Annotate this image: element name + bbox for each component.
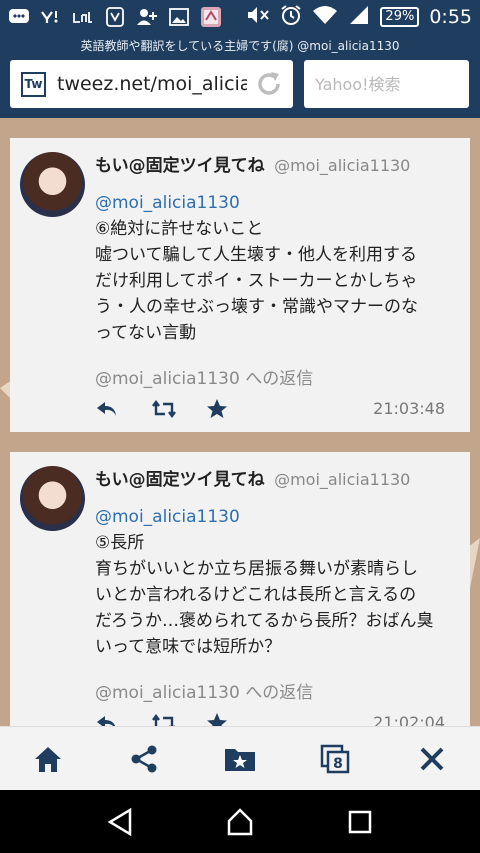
tweet-line: いとか言われるけどこれは長所と言えるの (95, 585, 417, 605)
status-bar: 29% 0:55 (0, 0, 480, 34)
author-name: もい@固定ツイ見てね (95, 156, 265, 176)
url-text[interactable]: tweez.net/moi_alicia1130 (57, 73, 247, 95)
search-box[interactable] (304, 60, 469, 108)
mention-link[interactable]: @moi_alicia1130 (95, 190, 455, 216)
clock: 0:55 (429, 6, 472, 28)
battery-indicator: 29% (380, 7, 420, 27)
browser-header: 英語教師や翻訳をしている主婦です(腐) @moi_alicia1130 Tw t… (0, 34, 480, 118)
share-icon[interactable] (124, 739, 164, 779)
reply-icon[interactable] (95, 397, 119, 421)
tweet-actions: 21:03:48 (95, 397, 455, 421)
tweet-line: ⑥絶対に許せないこと (95, 219, 264, 239)
author-handle: @moi_alicia1130 (274, 470, 411, 489)
browser-toolbar: 8 (0, 726, 480, 790)
search-input[interactable] (315, 74, 465, 94)
tweet-line: 育ちがいいとか立ち居振る舞いが素晴らし (95, 559, 418, 579)
tweet-line: う・人の幸せぶっ壊す・常識やマナーのな (95, 297, 418, 317)
yahoo-icon (40, 7, 62, 27)
favorite-icon[interactable] (205, 711, 229, 726)
home-icon[interactable] (220, 802, 260, 842)
notification-icons (8, 7, 222, 27)
bookmark-folder-icon[interactable] (220, 739, 260, 779)
mute-icon (246, 4, 270, 31)
tweet-text: @moi_alicia1130 ⑥絶対に許せないこと 嘘ついて騙して人生壊す・他… (95, 190, 455, 346)
retweet-icon[interactable] (151, 397, 176, 421)
page-title: 英語教師や翻訳をしている主婦です(腐) @moi_alicia1130 (80, 39, 400, 53)
reload-icon[interactable] (253, 68, 285, 100)
signal-icon (348, 4, 370, 31)
system-status: 29% 0:55 (246, 4, 472, 31)
author-name: もい@固定ツイ見てね (95, 470, 265, 490)
back-icon[interactable] (100, 802, 140, 842)
site-favicon: Tw (21, 71, 46, 97)
close-icon[interactable] (412, 739, 452, 779)
app-icon (104, 7, 126, 27)
app-icon (72, 7, 94, 27)
avatar[interactable] (20, 152, 85, 217)
tweet-author[interactable]: もい@固定ツイ見てね @moi_alicia1130 (95, 465, 410, 490)
favorite-icon[interactable] (205, 397, 229, 421)
tweet-line: ⑤長所 (95, 533, 145, 553)
tweet-line: だろうか…褒められてるから長所？おばん臭 (95, 611, 434, 631)
image-icon (168, 7, 190, 27)
recents-icon[interactable] (340, 802, 380, 842)
wifi-icon (312, 4, 338, 31)
mention-link[interactable]: @moi_alicia1130 (95, 504, 455, 530)
alarm-icon (280, 4, 302, 31)
tweet-line: だけ利用してポイ・ストーカーとかしちゃ (95, 271, 418, 291)
tweet-timestamp[interactable]: 21:03:48 (373, 399, 445, 418)
tabs-icon[interactable]: 8 (316, 739, 356, 779)
timeline[interactable]: もい@固定ツイ見てね @moi_alicia1130 @moi_alicia11… (0, 118, 480, 726)
add-user-icon (136, 7, 158, 27)
reply-icon[interactable] (95, 711, 119, 726)
system-nav-bar (0, 790, 480, 853)
tweet-line: 嘘ついて騙して人生壊す・他人を利用する (95, 245, 417, 265)
home-icon[interactable] (28, 739, 68, 779)
avatar[interactable] (20, 466, 85, 531)
tweet-line: ってない言動 (95, 323, 197, 343)
retweet-icon[interactable] (151, 711, 175, 726)
tweet-actions: 21:02:04 (95, 711, 455, 726)
author-handle: @moi_alicia1130 (274, 156, 411, 175)
tweet-line: いって意味では短所か？ (95, 637, 282, 657)
tweet-card[interactable]: もい@固定ツイ見てね @moi_alicia1130 @moi_alicia11… (10, 452, 470, 726)
tweet-timestamp[interactable]: 21:02:04 (373, 713, 445, 726)
tweet-author[interactable]: もい@固定ツイ見てね @moi_alicia1130 (95, 151, 410, 176)
tweet-text: @moi_alicia1130 ⑤長所 育ちがいいとか立ち居振る舞いが素晴らし … (95, 504, 455, 660)
tab-count: 8 (333, 756, 343, 772)
app-icon (200, 7, 222, 27)
tweet-card[interactable]: もい@固定ツイ見てね @moi_alicia1130 @moi_alicia11… (10, 138, 470, 432)
address-bar[interactable]: Tw tweez.net/moi_alicia1130 (10, 60, 293, 108)
chat-icon (8, 7, 30, 27)
reply-to-text[interactable]: @moi_alicia1130 への返信 (95, 678, 313, 703)
reply-to-text[interactable]: @moi_alicia1130 への返信 (95, 364, 313, 389)
